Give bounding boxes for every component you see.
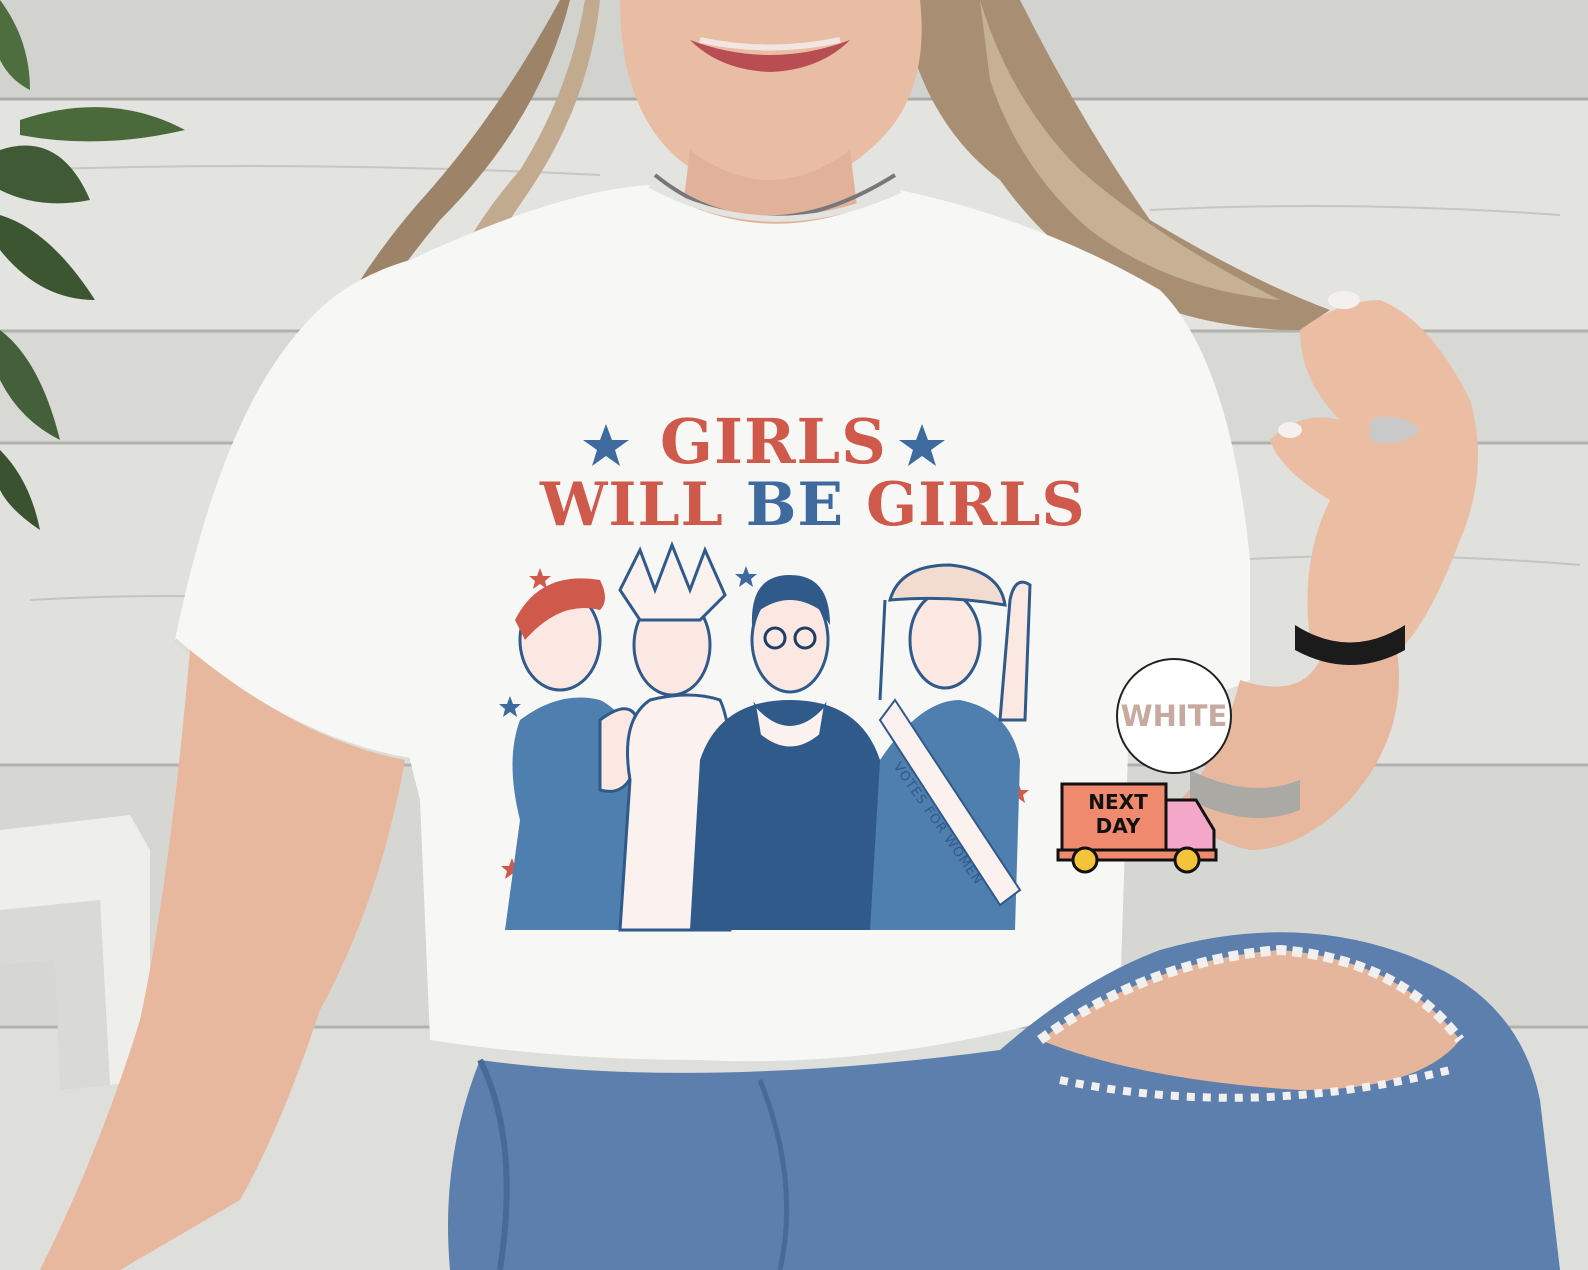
product-photo (0, 0, 1588, 1270)
wheel-icon (1173, 846, 1201, 874)
wheel-icon (1071, 846, 1099, 874)
color-badge-label: WHITE (1120, 699, 1228, 733)
women-illustration (499, 540, 1032, 932)
delivery-line2: DAY (1095, 814, 1141, 838)
delivery-line1: NEXT (1088, 790, 1148, 814)
color-badge: WHITE (1116, 658, 1232, 774)
delivery-badge-label: NEXT DAY (1068, 790, 1168, 838)
